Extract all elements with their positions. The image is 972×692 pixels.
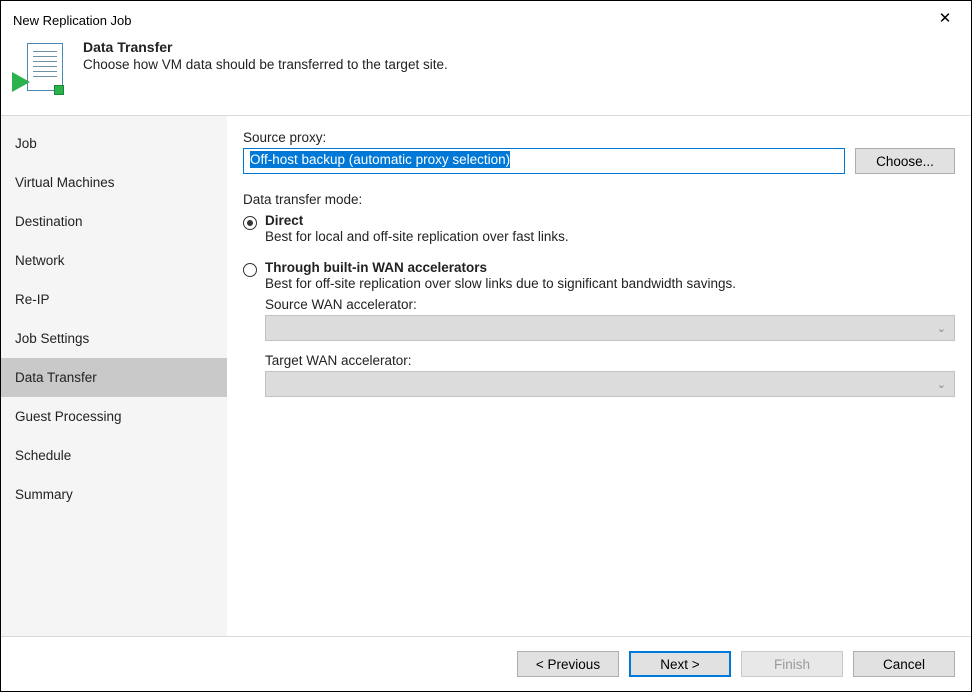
wizard-header: Data Transfer Choose how VM data should …	[1, 37, 971, 115]
sidebar-item-label: Job	[15, 136, 37, 151]
source-wan-combo[interactable]: ⌄	[265, 315, 955, 341]
chevron-down-icon: ⌄	[937, 322, 946, 335]
target-wan-label: Target WAN accelerator:	[265, 353, 955, 368]
sidebar-item-label: Re-IP	[15, 292, 50, 307]
sidebar-item-summary[interactable]: Summary	[1, 475, 227, 514]
cancel-button[interactable]: Cancel	[853, 651, 955, 677]
sidebar-item-re-ip[interactable]: Re-IP	[1, 280, 227, 319]
source-wan-label: Source WAN accelerator:	[265, 297, 955, 312]
direct-title: Direct	[265, 213, 569, 228]
direct-desc: Best for local and off-site replication …	[265, 229, 569, 244]
source-proxy-input[interactable]: Off-host backup (automatic proxy selecti…	[243, 148, 845, 174]
transfer-mode-group: Direct Best for local and off-site repli…	[243, 213, 955, 397]
finish-button: Finish	[741, 651, 843, 677]
page-subtitle: Choose how VM data should be transferred…	[83, 57, 448, 72]
page-title: Data Transfer	[83, 39, 448, 55]
sidebar-item-job[interactable]: Job	[1, 124, 227, 163]
source-proxy-label: Source proxy:	[243, 130, 955, 145]
sidebar-item-network[interactable]: Network	[1, 241, 227, 280]
sidebar-item-label: Job Settings	[15, 331, 89, 346]
source-proxy-value: Off-host backup (automatic proxy selecti…	[250, 151, 510, 168]
sidebar-item-label: Summary	[15, 487, 73, 502]
sidebar-item-label: Destination	[15, 214, 83, 229]
sidebar-item-data-transfer[interactable]: Data Transfer	[1, 358, 227, 397]
sidebar-item-job-settings[interactable]: Job Settings	[1, 319, 227, 358]
previous-button[interactable]: < Previous	[517, 651, 619, 677]
next-button[interactable]: Next >	[629, 651, 731, 677]
radio-icon	[243, 216, 257, 230]
window-title: New Replication Job	[13, 13, 132, 28]
wan-desc: Best for off-site replication over slow …	[265, 276, 736, 291]
radio-icon	[243, 263, 257, 277]
sidebar-item-schedule[interactable]: Schedule	[1, 436, 227, 475]
sidebar-item-guest-processing[interactable]: Guest Processing	[1, 397, 227, 436]
sidebar-item-label: Data Transfer	[15, 370, 97, 385]
data-transfer-icon	[15, 43, 63, 97]
wan-title: Through built-in WAN accelerators	[265, 260, 736, 275]
chevron-down-icon: ⌄	[937, 378, 946, 391]
main-area: Job Virtual Machines Destination Network…	[1, 116, 971, 636]
wizard-steps-sidebar: Job Virtual Machines Destination Network…	[1, 116, 227, 636]
mode-label: Data transfer mode:	[243, 192, 955, 207]
target-wan-combo[interactable]: ⌄	[265, 371, 955, 397]
sidebar-item-label: Virtual Machines	[15, 175, 115, 190]
sidebar-item-label: Guest Processing	[15, 409, 122, 424]
radio-direct[interactable]: Direct Best for local and off-site repli…	[243, 213, 955, 244]
footer: < Previous Next > Finish Cancel	[1, 636, 971, 691]
content-panel: Source proxy: Off-host backup (automatic…	[227, 116, 971, 636]
sidebar-item-destination[interactable]: Destination	[1, 202, 227, 241]
titlebar: New Replication Job ✕	[1, 1, 971, 37]
sidebar-item-label: Network	[15, 253, 65, 268]
close-icon[interactable]: ✕	[929, 9, 961, 31]
sidebar-item-virtual-machines[interactable]: Virtual Machines	[1, 163, 227, 202]
choose-button[interactable]: Choose...	[855, 148, 955, 174]
radio-wan[interactable]: Through built-in WAN accelerators Best f…	[243, 260, 955, 291]
sidebar-item-label: Schedule	[15, 448, 71, 463]
